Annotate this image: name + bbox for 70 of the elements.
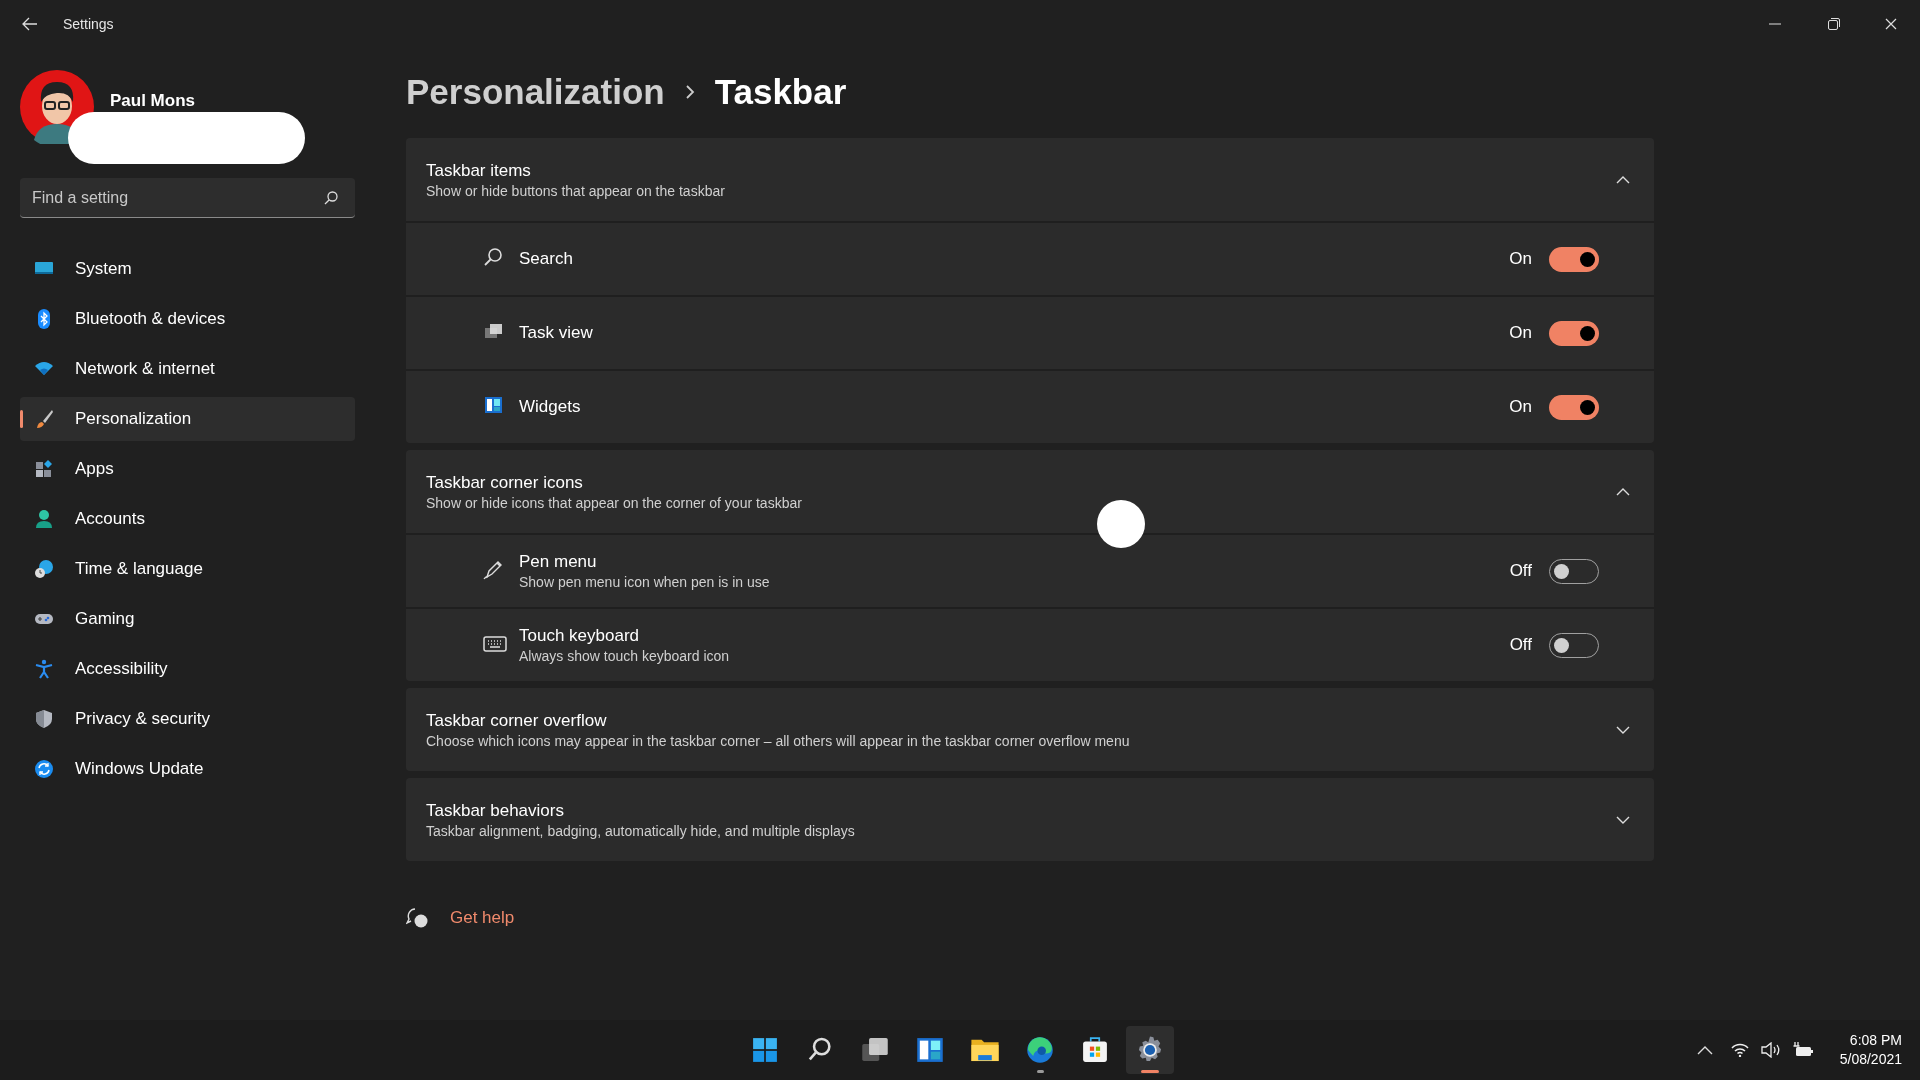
toggle-switch[interactable]	[1549, 246, 1599, 272]
restore-icon[interactable]	[1828, 18, 1840, 30]
section-description: Show or hide buttons that appear on the taskbar	[426, 181, 725, 200]
close-icon[interactable]	[1885, 18, 1897, 30]
toggle-state-label: Off	[1509, 634, 1532, 657]
person-icon	[34, 509, 54, 529]
section-description: Show or hide icons that appear on the corner of your taskbar	[426, 493, 802, 512]
battery-charging-icon[interactable]	[1791, 1042, 1814, 1058]
clock-date[interactable]: 5/08/2021	[1839, 1050, 1902, 1069]
setting-label: Search	[519, 248, 573, 270]
taskbar-button[interactable]	[1126, 1026, 1174, 1074]
help-icon	[406, 907, 428, 929]
brush-icon	[34, 409, 54, 429]
section-header[interactable]: Taskbar items Show or hide buttons that appear on the taskbar	[406, 138, 1654, 221]
section-header[interactable]: Taskbar behaviors Taskbar alignment, badging, automatically hide, and multiple displays	[406, 778, 1654, 861]
nav-item[interactable]: Accessibility	[20, 647, 355, 691]
selection-indicator	[20, 410, 23, 428]
section-title: Taskbar corner overflow	[426, 709, 608, 732]
sync-icon	[34, 759, 54, 779]
toggle-state-label: Off	[1509, 560, 1532, 583]
section-title: Taskbar items	[426, 159, 532, 182]
section-header[interactable]: Taskbar corner icons Show or hide icons that appear on the corner of your taskbar	[406, 450, 1654, 533]
chevron-up-icon[interactable]	[1616, 175, 1630, 184]
get-help-link[interactable]: Get help	[450, 905, 515, 931]
setting-description: Always show touch keyboard icon	[519, 647, 730, 665]
search-icon[interactable]	[324, 191, 338, 205]
breadcrumb-link[interactable]: Personalization	[406, 65, 665, 119]
setting-label: Pen menu	[519, 551, 598, 573]
back-arrow-icon[interactable]	[22, 17, 38, 31]
clock-time[interactable]: 6:08 PM	[1849, 1031, 1902, 1050]
search-field[interactable]: Find a setting	[20, 178, 355, 218]
nav-item[interactable]: Network & internet	[20, 347, 355, 391]
chevron-up-icon[interactable]	[1616, 487, 1630, 496]
volume-icon[interactable]	[1760, 1042, 1781, 1058]
nav-item[interactable]: System	[20, 247, 355, 291]
toggle-state-label: On	[1509, 248, 1532, 271]
accessibility-icon	[34, 659, 54, 679]
section-header[interactable]: Taskbar corner overflow Choose which icons may appear in the taskbar corner – all others will appear in the taskbar corner overflow menu	[406, 688, 1654, 771]
setting-label: Task view	[519, 322, 593, 344]
toggle-switch[interactable]	[1549, 394, 1599, 420]
wifi-icon[interactable]	[1730, 1043, 1749, 1057]
chevron-right-icon	[684, 84, 695, 100]
nav-item[interactable]: Windows Update	[20, 747, 355, 791]
nav-item[interactable]: Accounts	[20, 497, 355, 541]
section-title: Taskbar corner icons	[426, 471, 584, 494]
nav-item[interactable]: Gaming	[20, 597, 355, 641]
chevron-down-icon[interactable]	[1616, 815, 1630, 824]
globe-clock-icon	[34, 559, 54, 579]
page-title: Taskbar	[714, 70, 847, 113]
setting-description: Show pen menu icon when pen is in use	[519, 573, 770, 591]
apps-icon	[34, 459, 54, 479]
keyboard-icon	[483, 633, 507, 655]
chevron-down-icon[interactable]	[1616, 725, 1630, 734]
setting-label: Touch keyboard	[519, 625, 641, 647]
nav-item[interactable]: Bluetooth & devices	[20, 297, 355, 341]
nav-item[interactable]: Personalization	[20, 397, 355, 441]
nav-item[interactable]: Apps	[20, 447, 355, 491]
toggle-state-label: On	[1509, 322, 1532, 345]
nav-item[interactable]: Time & language	[20, 547, 355, 591]
shield-icon	[34, 709, 54, 729]
section-description: Taskbar alignment, badging, automatically hide, and multiple displays	[426, 821, 855, 840]
section-title: Taskbar behaviors	[426, 799, 565, 822]
section-description: Choose which icons may appear in the taskbar corner – all others will appear in the taskbar corner overflow menu	[426, 731, 1130, 750]
window-title: Settings	[63, 14, 114, 34]
toggle-state-label: On	[1509, 396, 1532, 419]
user-name: Paul Mons	[110, 90, 195, 110]
nav-item[interactable]: Privacy & security	[20, 697, 355, 741]
chevron-up-icon[interactable]	[1696, 1045, 1713, 1055]
setting-label: Widgets	[519, 396, 581, 418]
toggle-switch[interactable]	[1549, 320, 1599, 346]
